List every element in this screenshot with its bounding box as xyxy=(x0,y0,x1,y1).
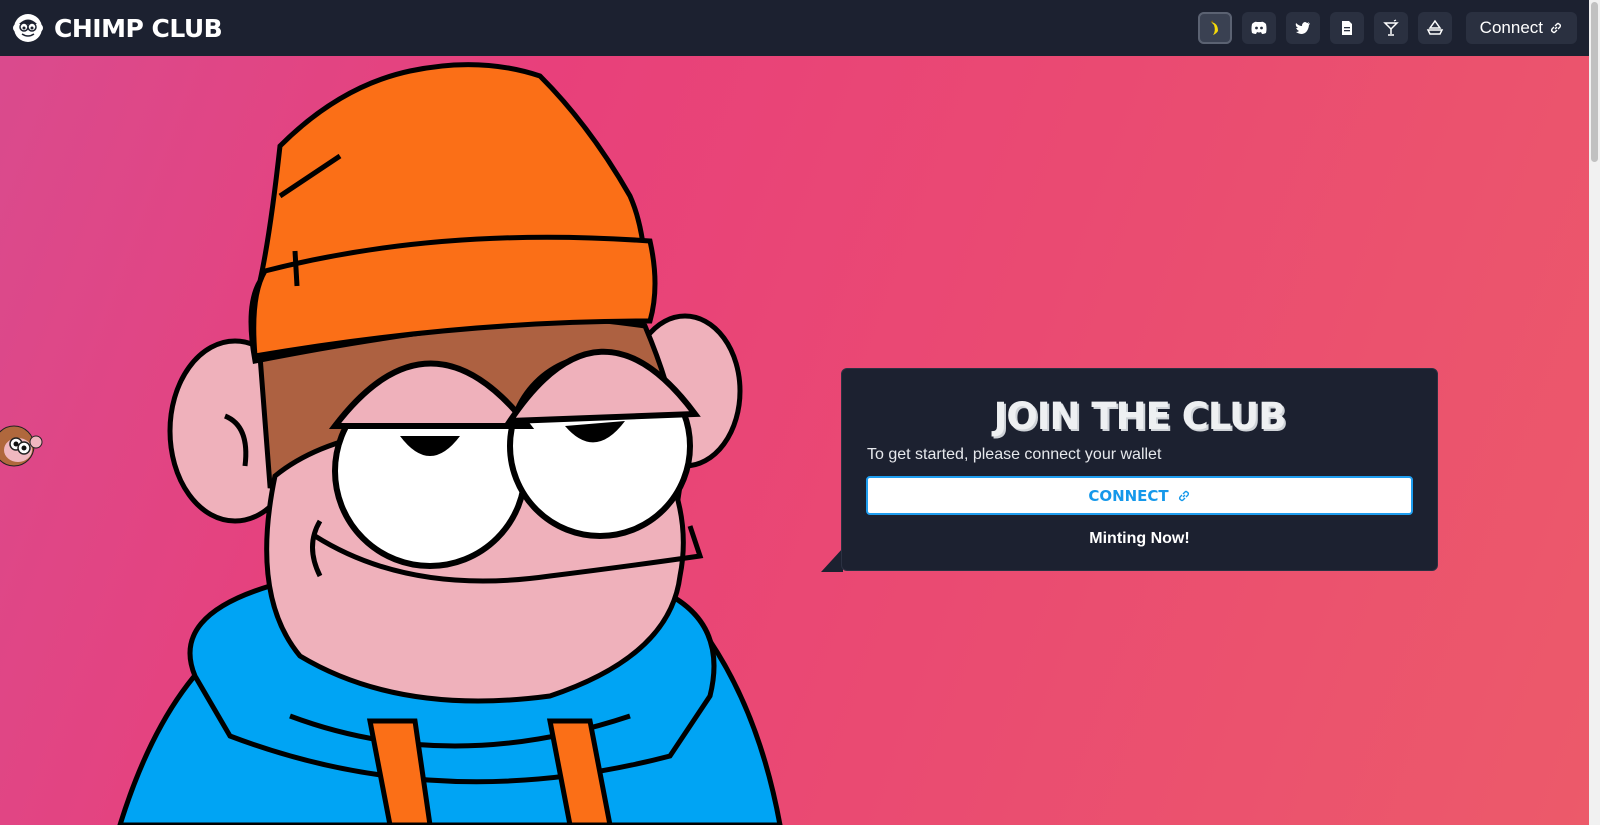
cocktail-icon xyxy=(1382,19,1399,36)
cocktail-button[interactable] xyxy=(1373,12,1408,44)
top-navbar: CHIMP CLUB Connect xyxy=(0,0,1589,56)
scrollbar-thumb[interactable] xyxy=(1591,2,1598,162)
banana-button[interactable] xyxy=(1197,12,1232,44)
brand[interactable]: CHIMP CLUB xyxy=(12,12,223,44)
document-icon xyxy=(1341,21,1352,35)
link-icon xyxy=(1550,22,1562,34)
peeking-chimp-image xyxy=(0,425,43,467)
join-club-card: JOIN THE CLUB To get started, please con… xyxy=(841,368,1438,571)
discord-button[interactable] xyxy=(1241,12,1276,44)
card-subtitle: To get started, please connect your wall… xyxy=(867,446,1162,463)
chimp-character-image xyxy=(117,62,783,825)
opensea-button[interactable] xyxy=(1417,12,1452,44)
connect-nav-label: Connect xyxy=(1479,18,1543,37)
twitter-button[interactable] xyxy=(1285,12,1320,44)
connect-nav-button[interactable]: Connect xyxy=(1465,12,1577,44)
chimp-logo-icon xyxy=(13,14,43,42)
banana-icon xyxy=(1210,20,1218,35)
speech-bubble-tail xyxy=(821,548,843,572)
card-title: JOIN THE CLUB xyxy=(993,395,1287,438)
minting-status: Minting Now! xyxy=(1089,530,1190,547)
connect-wallet-label: CONNECT xyxy=(1088,486,1169,505)
discord-icon xyxy=(1251,21,1267,34)
docs-button[interactable] xyxy=(1329,12,1364,44)
brand-name: CHIMP CLUB xyxy=(54,13,223,43)
twitter-icon xyxy=(1295,22,1310,34)
connect-wallet-button[interactable]: CONNECT xyxy=(866,476,1413,515)
link-icon xyxy=(1178,490,1189,501)
opensea-icon xyxy=(1426,19,1443,35)
page-scrollbar[interactable] xyxy=(1589,0,1600,825)
